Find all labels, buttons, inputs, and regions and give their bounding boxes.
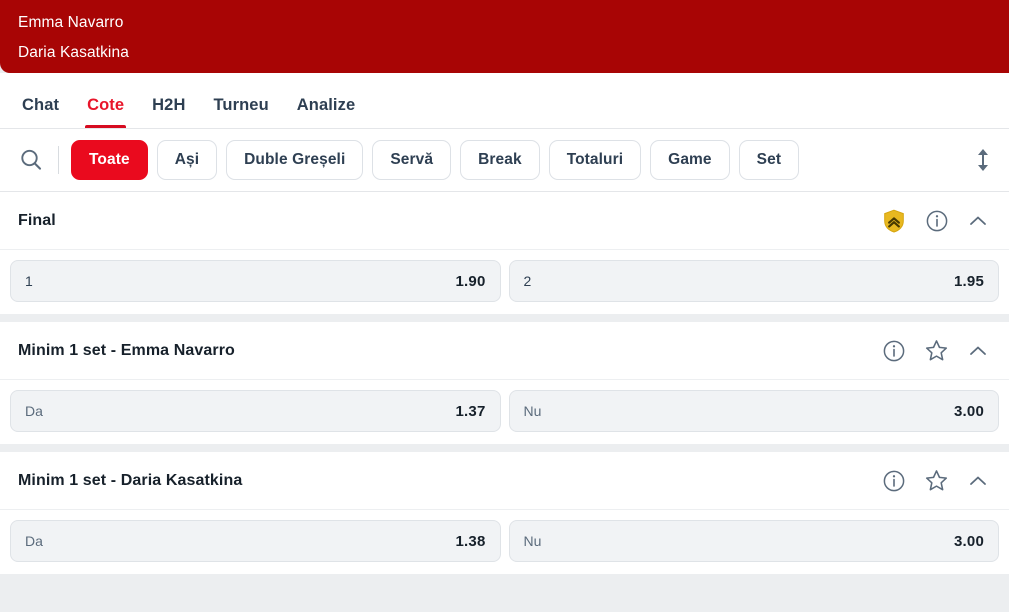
- market-title: Minim 1 set - Daria Kasatkina: [18, 471, 243, 489]
- tab-bar: Chat Cote H2H Turneu Analize: [0, 73, 1009, 129]
- market-section-minim-1-set-navarro: Minim 1 set - Emma Navarro Da 1.37 Nu 3.…: [0, 322, 1009, 444]
- player-name-away: Daria Kasatkina: [18, 44, 129, 61]
- odd-value: 3.00: [954, 532, 984, 550]
- info-icon[interactable]: [925, 209, 949, 233]
- odd-value: 3.00: [954, 402, 984, 420]
- odd-value: 1.38: [455, 532, 486, 550]
- chevron-up-icon[interactable]: [967, 210, 989, 232]
- odd-button-nu[interactable]: Nu 3.00: [508, 390, 999, 432]
- odd-button-da[interactable]: Da 1.37: [10, 390, 501, 432]
- star-icon[interactable]: [924, 338, 949, 363]
- tab-turneu[interactable]: Turneu: [199, 95, 282, 128]
- filter-chip-totaluri[interactable]: Totaluri: [548, 140, 642, 180]
- market-section-minim-1-set-kasatkina: Minim 1 set - Daria Kasatkina Da 1.38 Nu…: [0, 452, 1009, 574]
- search-icon: [21, 149, 42, 170]
- star-icon[interactable]: [924, 468, 949, 493]
- tab-h2h[interactable]: H2H: [138, 95, 199, 128]
- odd-label: 2: [523, 273, 532, 289]
- market-title: Minim 1 set - Emma Navarro: [18, 341, 235, 359]
- market-header-icons: [882, 338, 995, 363]
- filter-chip-break[interactable]: Break: [460, 140, 540, 180]
- match-header: Emma Navarro Daria Kasatkina: [0, 0, 1009, 73]
- sort-button[interactable]: [967, 143, 999, 177]
- odds-row: Da 1.37 Nu 3.00: [0, 380, 1009, 444]
- odd-button-da[interactable]: Da 1.38: [10, 520, 501, 562]
- filter-divider: [58, 146, 59, 174]
- odds-row: Da 1.38 Nu 3.00: [0, 510, 1009, 574]
- odd-button-2[interactable]: 2 1.95: [508, 260, 999, 302]
- odds-row: 1 1.90 2 1.95: [0, 250, 1009, 314]
- filter-chip-set[interactable]: Set: [738, 140, 800, 180]
- odd-value: 1.95: [954, 272, 984, 290]
- boost-shield-icon[interactable]: [881, 208, 907, 234]
- odd-label: Nu: [523, 533, 542, 549]
- sort-updown-icon: [978, 149, 988, 171]
- odd-label: 1: [25, 273, 33, 289]
- filter-chip-asi[interactable]: Ași: [156, 140, 218, 180]
- market-header[interactable]: Minim 1 set - Emma Navarro: [0, 322, 1009, 380]
- tab-analize[interactable]: Analize: [283, 95, 369, 128]
- filter-chip-toate[interactable]: Toate: [71, 140, 148, 180]
- market-title: Final: [18, 211, 56, 229]
- filter-chip-game[interactable]: Game: [650, 140, 730, 180]
- odd-button-nu[interactable]: Nu 3.00: [508, 520, 999, 562]
- app-root: Emma Navarro Daria Kasatkina Chat Cote H…: [0, 0, 1009, 612]
- info-icon[interactable]: [882, 469, 906, 493]
- odd-label: Nu: [523, 403, 542, 419]
- info-icon[interactable]: [882, 339, 906, 363]
- filter-chip-list: Toate Ași Duble Greșeli Servă Break Tota…: [71, 140, 961, 180]
- market-header-icons: [882, 468, 995, 493]
- filter-chip-duble-greseli[interactable]: Duble Greșeli: [226, 140, 364, 180]
- odd-button-1[interactable]: 1 1.90: [10, 260, 501, 302]
- market-header-icons: [881, 208, 995, 234]
- odd-label: Da: [25, 403, 43, 419]
- odd-value: 1.37: [455, 402, 486, 420]
- market-section-final: Final 1 1.90 2 1.95: [0, 192, 1009, 314]
- market-header[interactable]: Minim 1 set - Daria Kasatkina: [0, 452, 1009, 510]
- search-button[interactable]: [14, 143, 48, 177]
- filter-chip-serva[interactable]: Servă: [372, 140, 452, 180]
- odd-value: 1.90: [455, 272, 486, 290]
- player-name-home: Emma Navarro: [18, 14, 124, 31]
- filter-bar: Toate Ași Duble Greșeli Servă Break Tota…: [0, 129, 1009, 192]
- chevron-up-icon[interactable]: [967, 340, 989, 362]
- market-header[interactable]: Final: [0, 192, 1009, 250]
- tab-cote[interactable]: Cote: [73, 95, 138, 128]
- odd-label: Da: [25, 533, 43, 549]
- chevron-up-icon[interactable]: [967, 470, 989, 492]
- tab-chat[interactable]: Chat: [8, 95, 73, 128]
